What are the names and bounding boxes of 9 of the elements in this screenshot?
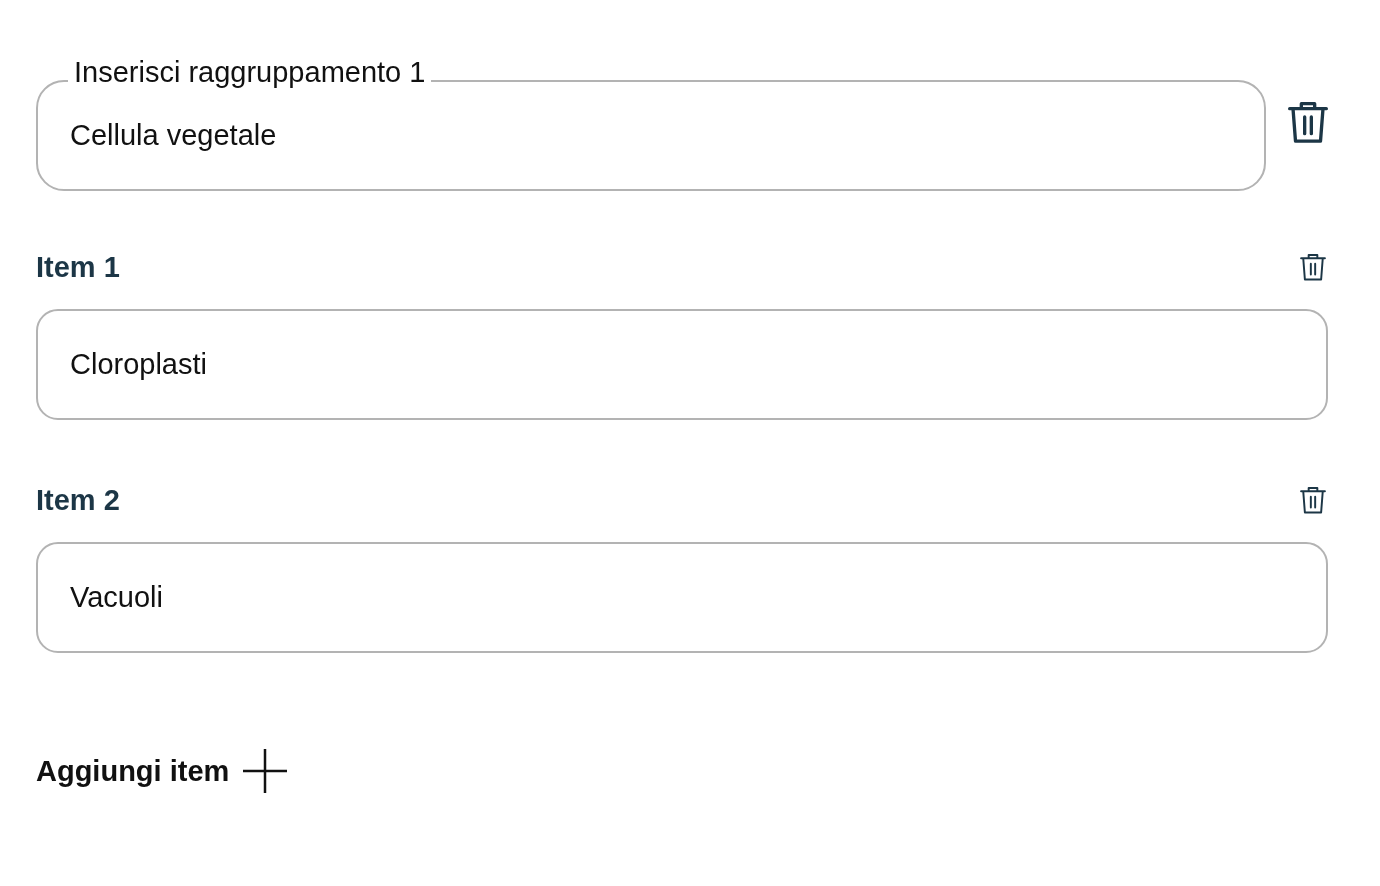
item-label: Item 1: [36, 250, 120, 284]
add-item-button[interactable]: Aggiungi item: [36, 749, 288, 793]
text-field[interactable]: Cloroplasti: [36, 309, 1328, 420]
plus-icon: [243, 749, 288, 793]
trash-icon[interactable]: [1300, 251, 1326, 283]
trash-icon[interactable]: [1288, 99, 1328, 144]
trash-icon[interactable]: [1300, 484, 1326, 516]
item-label: Item 2: [36, 483, 120, 517]
text-field[interactable]: Vacuoli: [36, 542, 1328, 653]
